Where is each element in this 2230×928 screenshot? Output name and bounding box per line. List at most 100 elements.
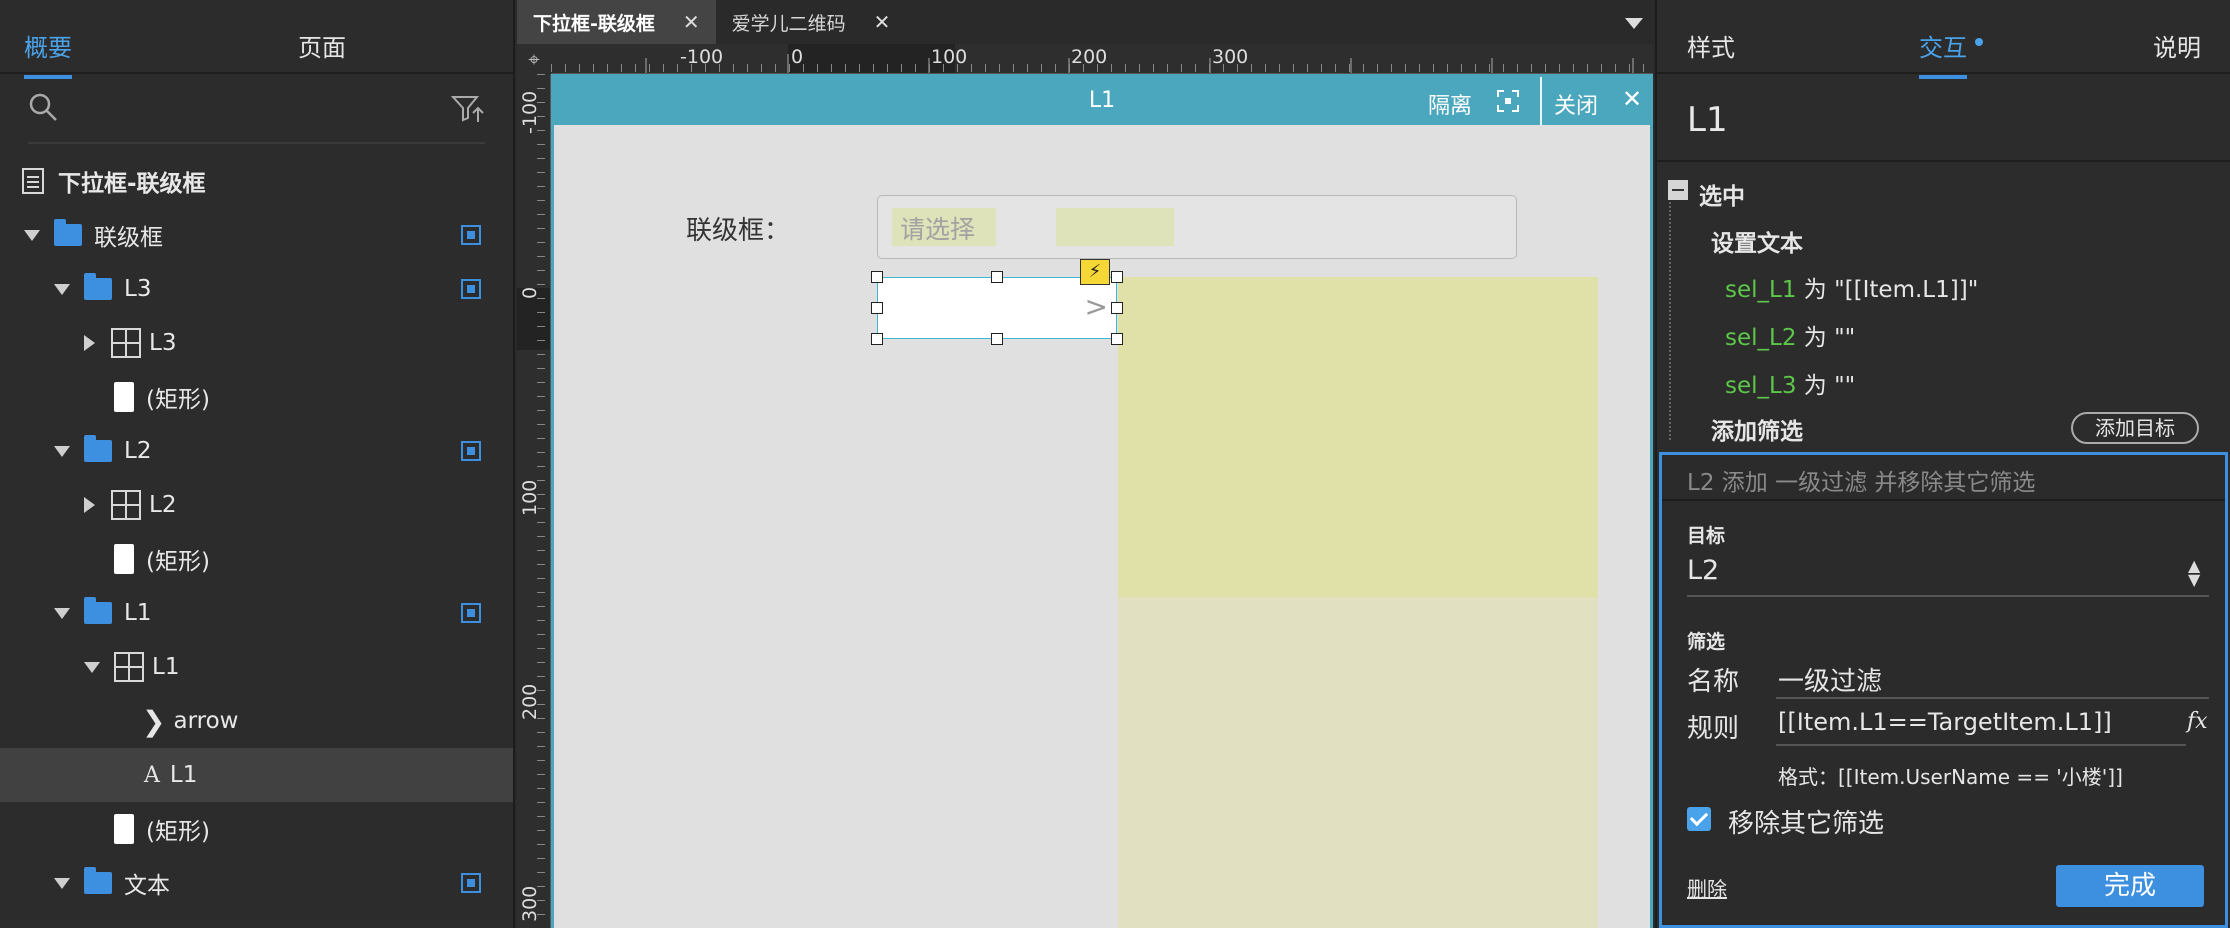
action-target: sel_L1 (1725, 277, 1797, 303)
resize-handle[interactable] (991, 271, 1003, 283)
cascade-select-box[interactable]: 请选择 (877, 195, 1517, 259)
dropdown-panel-l3[interactable] (1118, 597, 1598, 928)
fx-icon[interactable]: fx (2187, 709, 2208, 734)
action-target: sel_L2 (1725, 325, 1797, 351)
tree-item-rect[interactable]: (矩形) (0, 532, 513, 586)
expand-arrow-icon[interactable] (54, 607, 70, 619)
close-icon[interactable]: ✕ (683, 10, 700, 34)
interaction-dot-icon (1975, 38, 1983, 46)
resize-handle[interactable] (871, 271, 883, 283)
action-line[interactable]: sel_L3 为 "" (1725, 366, 1855, 400)
tab-interaction[interactable]: 交互 (1919, 28, 1967, 79)
tree-item-label: 联级框 (94, 225, 163, 251)
horizontal-ruler[interactable]: -100 0 100 200 300 (551, 44, 1653, 74)
filter-rule-input[interactable]: [[Item.L1==TargetItem.L1]] (1778, 708, 2112, 736)
tree-item-folder-text[interactable]: 文本 (0, 856, 513, 910)
field-underline (1776, 697, 2209, 699)
tree-item-page[interactable]: 下拉框-联级框 (0, 154, 513, 208)
expand-arrow-icon[interactable] (54, 445, 70, 457)
ruler-origin-icon[interactable]: ⌖ (517, 44, 551, 74)
filter-icon[interactable] (451, 94, 485, 124)
tabs-dropdown-icon[interactable] (1625, 18, 1643, 29)
tree-item-repeater-l3[interactable]: L3 (0, 316, 513, 370)
ruler-label: 200 (1071, 46, 1108, 68)
visibility-icon[interactable] (461, 225, 481, 245)
action-set-text[interactable]: 设置文本 (1711, 224, 1803, 258)
vertical-ruler[interactable]: -100 0 100 200 300 (517, 74, 551, 928)
tree-item-folder-l3[interactable]: L3 (0, 262, 513, 316)
tab-outline[interactable]: 概要 (24, 28, 72, 79)
isolate-button[interactable]: 隔离 (1428, 88, 1472, 120)
delete-link[interactable]: 删除 (1687, 873, 1727, 902)
expand-arrow-icon[interactable] (24, 229, 40, 241)
tree-item-folder-cascade[interactable]: 联级框 (0, 208, 513, 262)
tab-style[interactable]: 样式 (1687, 28, 1735, 63)
action-value: 为 "" (1796, 373, 1856, 399)
folder-icon (84, 867, 112, 894)
tree-item-folder-l2[interactable]: L2 (0, 424, 513, 478)
event-title[interactable]: 选中 (1699, 177, 1745, 211)
ruler-label: 0 (519, 286, 541, 299)
expand-arrow-icon[interactable] (84, 661, 100, 673)
repeater-icon (111, 490, 141, 520)
tree-guide (1669, 190, 1671, 440)
resize-handle[interactable] (1111, 271, 1123, 283)
target-select[interactable]: L2 (1687, 555, 1719, 586)
visibility-icon[interactable] (461, 603, 481, 623)
collapse-icon[interactable] (1668, 180, 1688, 200)
isolated-canvas[interactable]: L1 隔离 关闭 ✕ 联级框： 请选择 > ⚡ (551, 74, 1653, 928)
inspector-tabs: 样式 交互 说明 (1657, 0, 2230, 79)
visibility-icon[interactable] (461, 873, 481, 893)
placeholder-highlight (1056, 208, 1174, 246)
remove-other-filters-checkbox[interactable] (1687, 807, 1711, 831)
ruler-label: 300 (519, 885, 541, 922)
resize-handle[interactable] (871, 333, 883, 345)
widget-name[interactable]: L1 (1687, 100, 1728, 140)
close-icon[interactable]: ✕ (874, 10, 891, 34)
dropdown-panel-l2[interactable] (1118, 277, 1598, 597)
updown-icon[interactable]: ▲ ▼ (2188, 558, 2200, 588)
target-label: 目标 (1687, 525, 1726, 547)
visibility-icon[interactable] (461, 279, 481, 299)
resize-handle[interactable] (871, 302, 883, 314)
collapse-arrow-icon[interactable] (84, 335, 95, 351)
done-button[interactable]: 完成 (2056, 865, 2204, 907)
tab-notes[interactable]: 说明 (2153, 28, 2201, 63)
close-icon[interactable]: ✕ (1622, 85, 1642, 113)
tree-item-repeater-l1[interactable]: L1 (0, 640, 513, 694)
search-icon[interactable] (28, 92, 58, 122)
tree-item-label: (矩形) (146, 387, 210, 413)
outline-search[interactable] (28, 74, 485, 144)
tab-pages[interactable]: 页面 (298, 28, 346, 63)
selected-widget-l1[interactable]: > (877, 277, 1117, 339)
field-underline (1687, 595, 2209, 597)
expand-arrow-icon[interactable] (54, 283, 70, 295)
collapse-arrow-icon[interactable] (84, 497, 95, 513)
doc-tab-cascade[interactable]: 下拉框-联级框 ✕ (517, 0, 716, 44)
action-line[interactable]: sel_L1 为 "[[Item.L1]]" (1725, 270, 1978, 304)
resize-handle[interactable] (1111, 302, 1123, 314)
close-isolate-button[interactable]: 关闭 (1554, 88, 1598, 120)
divider (1657, 160, 2230, 162)
resize-handle[interactable] (1111, 333, 1123, 345)
doc-tab-qrcode[interactable]: 爱学儿二维码 ✕ (716, 0, 907, 44)
resize-handle[interactable] (991, 333, 1003, 345)
rule-label: 规则 (1687, 714, 1740, 744)
action-add-filter[interactable]: 添加筛选 (1711, 412, 1803, 446)
action-line[interactable]: sel_L2 为 "" (1725, 318, 1855, 352)
tree-item-folder-l1[interactable]: L1 (0, 586, 513, 640)
expand-arrow-icon[interactable] (54, 877, 70, 889)
document-tabs: 下拉框-联级框 ✕ 爱学儿二维码 ✕ (517, 0, 1653, 44)
tree-item-label: L1 (124, 600, 152, 626)
isolate-focus-icon[interactable] (1496, 89, 1520, 113)
tree-item-repeater-l2[interactable]: L2 (0, 478, 513, 532)
visibility-icon[interactable] (461, 441, 481, 461)
interaction-bolt-icon[interactable]: ⚡ (1080, 259, 1110, 285)
tree-item-arrow[interactable]: ❯ arrow (0, 694, 513, 748)
outline-panel: 概要 页面 下拉框-联级框 联级框 L3 L3 (矩形) L2 L2 (矩形) … (0, 0, 515, 928)
filter-name-input[interactable]: 一级过滤 (1778, 661, 1882, 698)
tree-item-text-l1[interactable]: A L1 (0, 748, 513, 802)
add-target-button[interactable]: 添加目标 (2071, 412, 2199, 444)
tree-item-rect[interactable]: (矩形) (0, 370, 513, 424)
tree-item-rect[interactable]: (矩形) (0, 802, 513, 856)
